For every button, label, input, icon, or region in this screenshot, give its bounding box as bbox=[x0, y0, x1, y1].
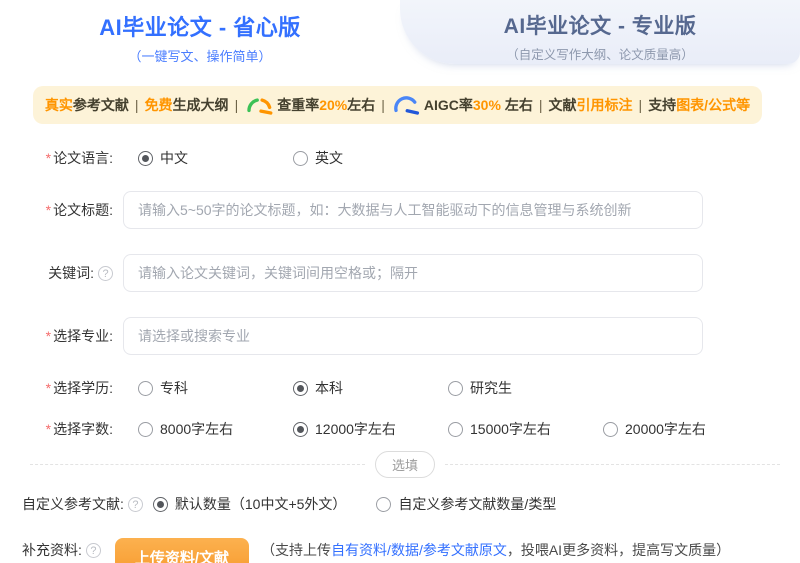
divider-pipe: | bbox=[538, 97, 543, 113]
radio-option-custom-refs[interactable]: 自定义参考文献数量/类型 bbox=[376, 494, 556, 514]
major-select-input[interactable] bbox=[123, 317, 703, 355]
language-radio-group: 中文 英文 bbox=[138, 148, 448, 168]
tab-professional-edition[interactable]: AI毕业论文 - 专业版 （自定义写作大纲、论文质量高） bbox=[400, 0, 800, 64]
keywords-label: 关键词:? bbox=[10, 263, 113, 283]
required-asterisk: * bbox=[45, 421, 52, 437]
references-radio-group: 默认数量（10中文+5外文） 自定义参考文献数量/类型 bbox=[152, 494, 586, 514]
help-icon[interactable]: ? bbox=[98, 265, 113, 281]
tab-title: AI毕业论文 - 省心版 bbox=[99, 15, 301, 40]
form-row-degree: * 选择学历: 专科 本科 研究生 bbox=[10, 378, 800, 398]
form-row-materials: 补充资料:? 上传资料/文献 （支持上传自有资料/数据/参考文献原文，投喂AI更… bbox=[10, 538, 800, 563]
form-row-wordcount: * 选择字数: 8000字左右 12000字左右 15000字左右 20000字左… bbox=[10, 419, 800, 439]
divider-pipe: | bbox=[638, 97, 643, 113]
degree-label: * 选择学历: bbox=[45, 380, 113, 396]
divider-pipe: | bbox=[134, 97, 139, 113]
degree-radio-group: 专科 本科 研究生 bbox=[138, 378, 603, 398]
tab-title: AI毕业论文 - 专业版 bbox=[503, 15, 697, 38]
upload-materials-button[interactable]: 上传资料/文献 bbox=[114, 538, 250, 563]
radio-option-postgraduate[interactable]: 研究生 bbox=[448, 378, 603, 398]
keywords-input[interactable] bbox=[123, 254, 703, 292]
radio-icon bbox=[603, 421, 618, 437]
feature-plagiarism-rate: 查重率20%左右 bbox=[277, 97, 376, 113]
feature-charts-formulas: 支持图表/公式等 bbox=[648, 97, 751, 113]
radio-icon bbox=[448, 421, 463, 437]
feature-free-outline: 免费生成大纲 bbox=[144, 97, 229, 113]
radio-option-12000[interactable]: 12000字左右 bbox=[293, 419, 448, 439]
form-row-title: * 论文标题: bbox=[10, 191, 800, 229]
radio-option-20000[interactable]: 20000字左右 bbox=[603, 419, 758, 439]
form-row-language: * 论文语言: 中文 英文 bbox=[10, 148, 800, 168]
radio-icon bbox=[138, 380, 153, 396]
optional-pill: 选填 bbox=[375, 451, 436, 478]
references-label: 自定义参考文献:? bbox=[22, 494, 143, 514]
radio-option-default-refs[interactable]: 默认数量（10中文+5外文） bbox=[152, 494, 346, 514]
speedometer-green-orange-icon bbox=[247, 97, 273, 115]
form-row-keywords: 关键词:? bbox=[10, 254, 800, 292]
tab-subtitle: （自定义写作大纲、论文质量高） bbox=[506, 48, 694, 62]
form-row-major: * 选择专业: bbox=[10, 317, 800, 355]
divider-pipe: | bbox=[381, 97, 385, 113]
radio-icon bbox=[138, 150, 153, 166]
feature-banner: 真实参考文献 | 免费生成大纲 | 查重率20%左右 | AIGC率30% 左右 … bbox=[33, 86, 762, 124]
optional-section-divider: 选填 bbox=[30, 451, 780, 478]
required-asterisk: * bbox=[45, 328, 52, 344]
wordcount-radio-group: 8000字左右 12000字左右 15000字左右 20000字左右 bbox=[138, 419, 758, 439]
help-icon[interactable]: ? bbox=[127, 496, 143, 512]
materials-note: （支持上传自有资料/数据/参考文献原文，投喂AI更多资料，提高写文质量） bbox=[261, 542, 731, 558]
wordcount-label: * 选择字数: bbox=[45, 421, 113, 437]
radio-option-8000[interactable]: 8000字左右 bbox=[138, 419, 293, 439]
tab-worry-free-edition[interactable]: AI毕业论文 - 省心版 （一键写文、操作简单） bbox=[0, 0, 400, 64]
radio-option-associate[interactable]: 专科 bbox=[138, 378, 293, 398]
required-asterisk: * bbox=[45, 202, 52, 218]
radio-icon bbox=[138, 421, 153, 437]
feature-real-references: 真实参考文献 bbox=[44, 97, 129, 113]
radio-icon bbox=[293, 380, 308, 396]
thesis-form: *论文语言: 中文 英文 *论文标题: 关键词:? *选择专业: *选择学历: bbox=[0, 148, 800, 563]
radio-icon bbox=[152, 496, 168, 512]
radio-option-bachelor[interactable]: 本科 bbox=[293, 378, 448, 398]
radio-icon bbox=[376, 496, 392, 512]
tab-subtitle: （一键写文、操作简单） bbox=[128, 49, 272, 64]
help-icon[interactable]: ? bbox=[85, 542, 101, 558]
radio-option-english[interactable]: 英文 bbox=[293, 148, 448, 168]
radio-option-15000[interactable]: 15000字左右 bbox=[448, 419, 603, 439]
divider-pipe: | bbox=[234, 97, 239, 113]
speedometer-blue-icon bbox=[394, 95, 419, 115]
materials-label: 补充资料:? bbox=[22, 540, 101, 560]
feature-aigc-rate: AIGC率30% 左右 bbox=[423, 97, 533, 113]
radio-icon bbox=[293, 421, 308, 437]
major-label: * 选择专业: bbox=[45, 328, 113, 344]
required-asterisk: * bbox=[45, 150, 52, 166]
header-tabs: AI毕业论文 - 省心版 （一键写文、操作简单） AI毕业论文 - 专业版 （自… bbox=[0, 0, 800, 64]
feature-citation-marks: 文献引用标注 bbox=[548, 97, 633, 113]
form-row-references: 自定义参考文献:? 默认数量（10中文+5外文） 自定义参考文献数量/类型 bbox=[10, 494, 800, 514]
language-label: * 论文语言: bbox=[45, 150, 113, 166]
required-asterisk: * bbox=[45, 380, 52, 396]
title-label: * 论文标题: bbox=[45, 202, 113, 218]
radio-icon bbox=[448, 380, 463, 396]
materials-note-link: 自有资料/数据/参考文献原文 bbox=[331, 542, 507, 558]
radio-option-chinese[interactable]: 中文 bbox=[138, 148, 293, 168]
radio-icon bbox=[293, 150, 308, 166]
title-input[interactable] bbox=[123, 191, 703, 229]
